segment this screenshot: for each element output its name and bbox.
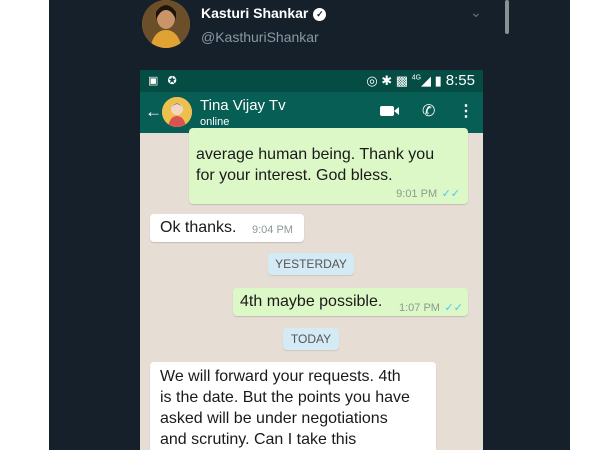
message-time: 1:07 PM [399,302,440,314]
contact-status: online [200,116,230,128]
message-line: average human being. Thank you [196,146,435,163]
message-bubble-outgoing[interactable]: average human being. Thank you for your … [189,128,468,204]
message-text: 4th maybe possible. [240,293,383,310]
message-line: We will forward your requests. 4th [160,368,401,385]
date-divider: TODAY [283,328,339,350]
message-line: for your interest. God bless. [196,167,393,184]
notification-icons: ▣ ✪ [148,75,180,87]
message-bubble-incoming[interactable]: We will forward your requests. 4th is th… [150,362,436,450]
message-text: Ok thanks. [160,219,237,236]
author-name[interactable]: Kasturi Shankar ✓ [201,5,327,21]
chevron-down-icon[interactable]: ⌄ [470,4,482,21]
message-time: 9:01 PM [396,188,438,200]
verified-badge-icon: ✓ [313,8,327,21]
date-divider: YESTERDAY [268,253,354,275]
contact-avatar[interactable] [162,97,192,127]
dark-panel-left [49,0,113,450]
network-type: 4G [411,74,422,82]
message-line: is the date. But the points you have [160,389,410,406]
back-arrow-icon[interactable]: ← [145,102,162,122]
whatsapp-screenshot: ▣ ✪ ◎ ✱ ▩ 4G◢ ▮ 8:55 ← Tina Vijay Tv onli… [140,70,483,450]
message-bubble-outgoing[interactable]: 4th maybe possible. 1:07 PM ✓✓ [233,288,468,316]
message-time: 9:04 PM [252,224,293,236]
author-avatar[interactable] [142,0,190,48]
read-ticks-icon: ✓✓ [444,302,463,314]
author-handle[interactable]: @KasthuriShankar [201,29,319,45]
contact-name[interactable]: Tina Vijay Tv [200,97,286,114]
message-bubble-incoming[interactable]: Ok thanks. 9:04 PM [150,214,304,242]
page-margin-left [0,0,49,450]
phone-call-icon[interactable]: ✆ [422,101,435,121]
status-bar: ▣ ✪ ◎ ✱ ▩ 4G◢ ▮ 8:55 [140,70,483,92]
chat-header: ← Tina Vijay Tv online ✆ ⋮ [140,92,483,133]
status-icons: ◎ ✱ ▩ 4G◢ ▮ 8:55 [366,72,475,89]
clock: 8:55 [445,72,475,89]
video-call-icon[interactable] [380,106,399,116]
dark-panel-right [510,0,570,450]
read-ticks-icon: ✓✓ [441,188,460,200]
scrollbar-thumb[interactable] [505,0,509,34]
message-line: asked will be under negotiations [160,410,388,427]
page-margin-right [570,0,600,450]
more-options-icon[interactable]: ⋮ [458,101,474,121]
message-line: and scrutiny. Can I take this [160,431,357,448]
